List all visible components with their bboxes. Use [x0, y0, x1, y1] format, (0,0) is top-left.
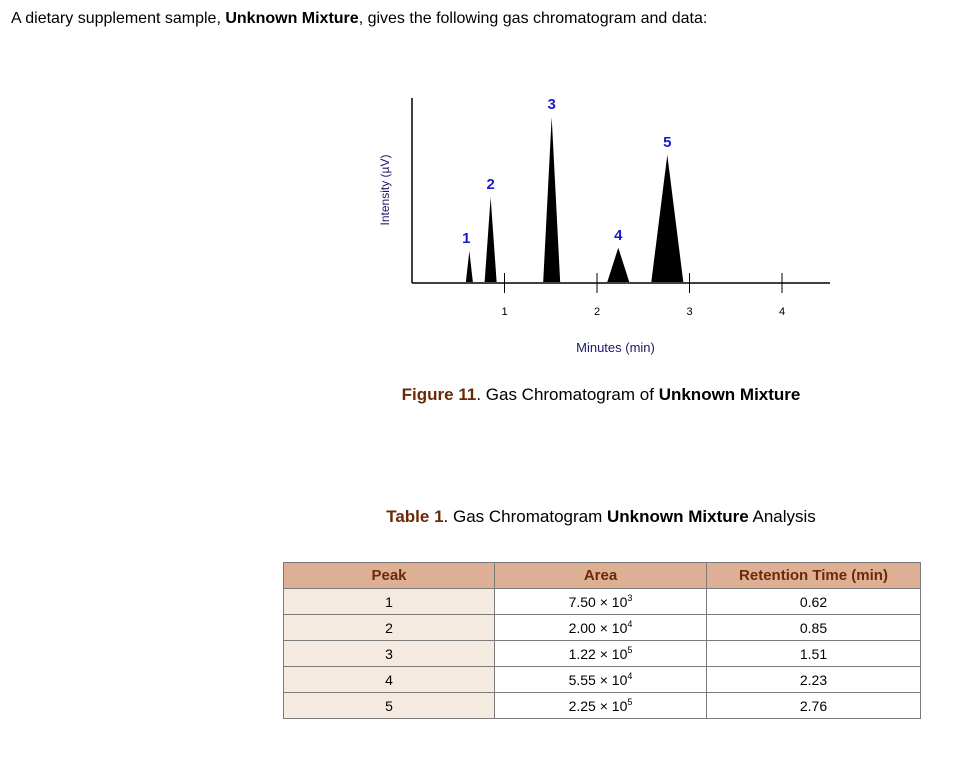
- peak-label-1: 1: [462, 230, 470, 247]
- header-retention-time: Retention Time (min): [706, 562, 921, 589]
- peak-3: [543, 117, 561, 282]
- chart-labels: 1 2 3 4 5: [462, 96, 671, 247]
- figure-caption: Figure 11. Gas Chromatogram of Unknown M…: [401, 385, 801, 404]
- header-peak: Peak: [283, 562, 495, 589]
- peak-label-5: 5: [663, 134, 671, 151]
- x-tick-label: 2: [594, 306, 600, 318]
- peak-4: [607, 247, 630, 282]
- peak-label-3: 3: [548, 96, 556, 113]
- table-row: 2 2.00 × 104 0.85: [283, 614, 921, 641]
- peak-label-2: 2: [486, 176, 494, 193]
- x-tick-label: 3: [686, 306, 692, 318]
- cell-area: 7.50 × 103: [494, 588, 707, 615]
- cell-peak: 3: [283, 640, 495, 667]
- y-axis-label: Intensity (µV): [378, 155, 392, 226]
- table-row: 4 5.55 × 104 2.23: [283, 666, 921, 693]
- table-row: 1 7.50 × 103 0.62: [283, 588, 921, 615]
- chart-axes: 1 2 3 4 Minutes (min) Intensity (µV): [378, 98, 830, 355]
- chromatogram-chart: 1 2 3 4 Minutes (min) Intensity (µV) 1 2 3 4 5: [378, 96, 830, 355]
- peak-5: [651, 154, 684, 282]
- cell-retention-time: 2.23: [706, 666, 921, 693]
- chart-peaks: [465, 117, 684, 282]
- cell-retention-time: 1.51: [706, 640, 921, 667]
- peak-1: [465, 251, 473, 282]
- header-area: Area: [494, 562, 707, 589]
- cell-peak: 2: [283, 614, 495, 641]
- peak-label-4: 4: [614, 227, 623, 244]
- table-header-row: Peak Area Retention Time (min): [283, 562, 921, 589]
- cell-retention-time: 0.62: [706, 588, 921, 615]
- x-tick-label: 1: [501, 306, 507, 318]
- cell-area: 2.25 × 105: [494, 692, 707, 719]
- table-row: 5 2.25 × 105 2.76: [283, 692, 921, 719]
- cell-area: 2.00 × 104: [494, 614, 707, 641]
- cell-peak: 5: [283, 692, 495, 719]
- cell-area: 1.22 × 105: [494, 640, 707, 667]
- x-axis-label: Minutes (min): [576, 340, 655, 355]
- cell-peak: 4: [283, 666, 495, 693]
- cell-retention-time: 0.85: [706, 614, 921, 641]
- table-row: 3 1.22 × 105 1.51: [283, 640, 921, 667]
- x-tick-label: 4: [779, 306, 785, 318]
- peak-2: [484, 197, 497, 282]
- cell-area: 5.55 × 104: [494, 666, 707, 693]
- analysis-table: Peak Area Retention Time (min) 1 7.50 × 1…: [283, 562, 921, 719]
- cell-retention-time: 2.76: [706, 692, 921, 719]
- cell-peak: 1: [283, 588, 495, 615]
- table-caption: Table 1. Gas Chromatogram Unknown Mixtur…: [386, 507, 816, 526]
